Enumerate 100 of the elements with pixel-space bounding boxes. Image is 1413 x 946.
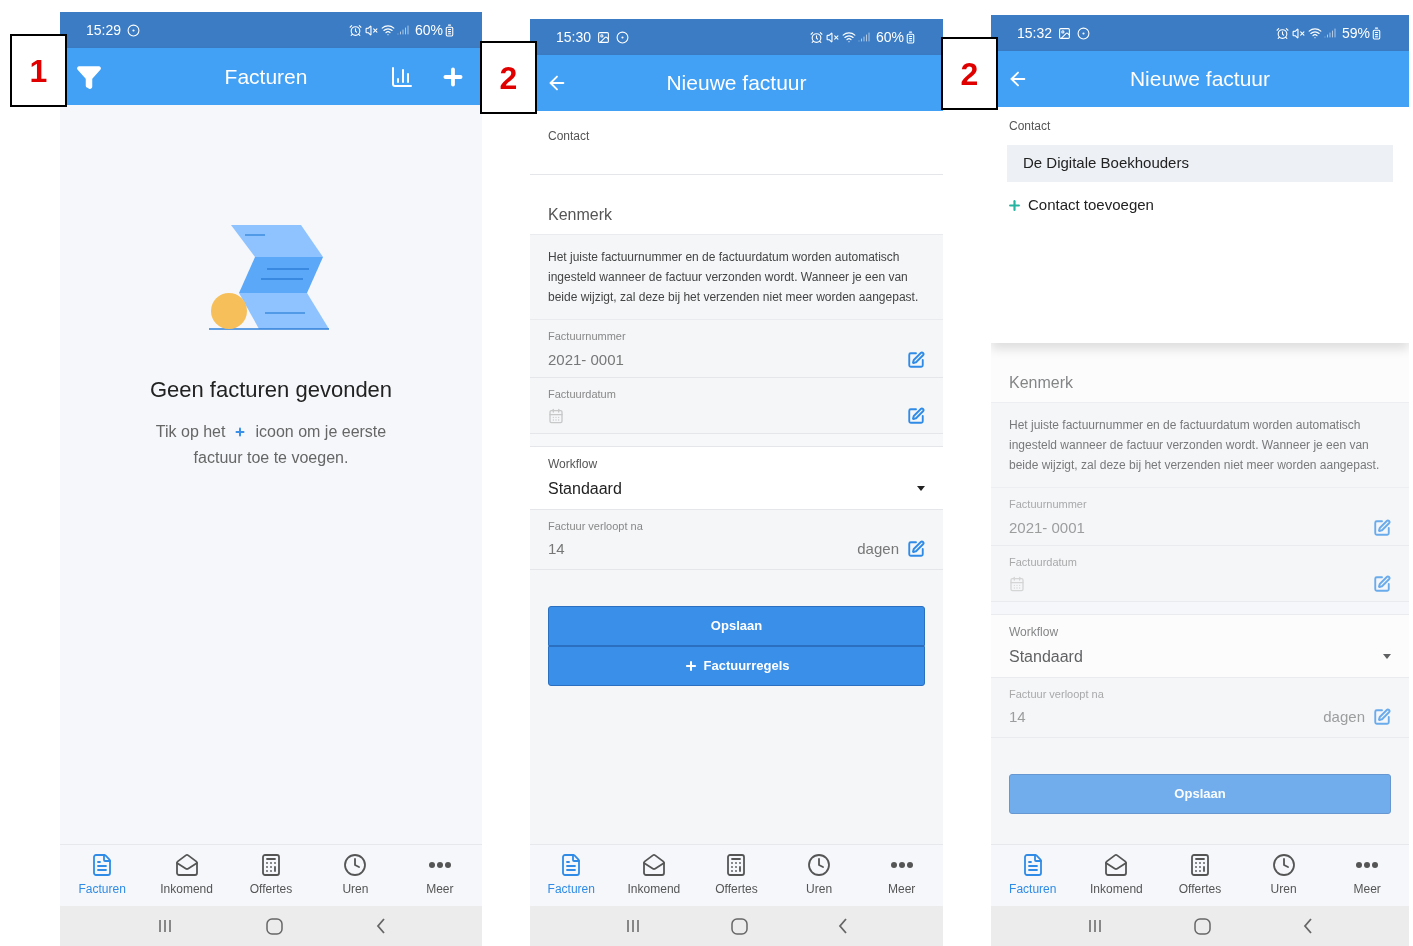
- field-label: Workflow: [1009, 623, 1060, 641]
- battery-percentage: 60%: [414, 20, 443, 40]
- workflow-dropdown[interactable]: Workflow Standaard: [530, 445, 943, 510]
- battery-icon: [904, 30, 917, 44]
- more-icon: [428, 862, 451, 868]
- envelope-icon: [1104, 853, 1129, 877]
- record-icon: [127, 23, 141, 37]
- header-title: Facturen: [223, 63, 309, 90]
- unit-text: dagen: [1323, 707, 1365, 727]
- clock-icon: [343, 853, 368, 877]
- expiry-field[interactable]: Factuur verloopt na 14 dagen: [530, 509, 943, 570]
- wifi-icon: [841, 30, 856, 44]
- back-icon[interactable]: [375, 918, 386, 934]
- contact-option[interactable]: De Digitale Boekhouders: [1007, 145, 1393, 182]
- status-time: 15:29: [86, 20, 122, 40]
- back-icon[interactable]: [1303, 918, 1314, 934]
- header-title: Nieuwe factuur: [665, 70, 808, 97]
- info-text: Het juiste factuurnummer en de factuurdatum worden automatisch ingesteld wanneer de factuur verzonden wordt. Wanneer je een van beide wijzigt, zal deze bij het verzenden niet meer worden aangepast.: [991, 403, 1409, 488]
- invoice-number-field[interactable]: Factuurnummer 2021- 0001: [530, 320, 943, 378]
- caret-icon: [917, 486, 925, 491]
- tab-item[interactable]: Meer: [860, 853, 943, 898]
- back-icon[interactable]: [838, 918, 848, 934]
- field-value: 14: [1009, 707, 1027, 727]
- edit-icon[interactable]: [907, 540, 925, 559]
- status-time: 15:30: [556, 27, 592, 47]
- home-icon[interactable]: [265, 917, 283, 935]
- recent-apps-icon[interactable]: [625, 918, 641, 934]
- wifi-icon: [1307, 26, 1322, 40]
- edit-icon[interactable]: [1373, 708, 1391, 727]
- edit-icon[interactable]: [1373, 574, 1391, 593]
- record-icon: [616, 30, 630, 44]
- workflow-dropdown[interactable]: Workflow Standaard: [991, 613, 1409, 678]
- contact-field[interactable]: Contact: [530, 111, 943, 175]
- edit-icon[interactable]: [1373, 518, 1391, 537]
- field-value: Standaard: [1009, 646, 1083, 667]
- field-label: Contact: [1009, 118, 1052, 135]
- tab-item[interactable]: Offertes: [228, 853, 314, 898]
- image-icon: [597, 30, 611, 44]
- plus-icon: [683, 658, 698, 673]
- battery-percentage: 59%: [1341, 23, 1370, 43]
- field-label: Workflow: [548, 455, 599, 473]
- unit-text: dagen: [857, 539, 899, 559]
- calendar-icon: [548, 407, 564, 424]
- step-label: 1: [10, 34, 67, 107]
- envelope-icon: [641, 853, 666, 877]
- battery-percentage: 60%: [875, 27, 904, 47]
- field-label: Factuurnummer: [548, 329, 627, 344]
- mute-icon: [364, 23, 378, 37]
- field-value: 2021- 0001: [548, 349, 624, 370]
- more-icon: [1356, 862, 1379, 868]
- clock-icon: [807, 853, 832, 877]
- mute-icon: [825, 30, 839, 44]
- tab-item[interactable]: Inkomend: [612, 853, 696, 898]
- caret-icon: [1383, 654, 1391, 659]
- battery-icon: [443, 23, 456, 37]
- add-contact-link[interactable]: Contact toevoegen: [1007, 194, 1154, 217]
- field-value: 2021- 0001: [1009, 517, 1085, 538]
- tab-item[interactable]: Offertes: [1158, 853, 1242, 898]
- tab-item[interactable]: Meer: [1325, 853, 1409, 898]
- tab-item[interactable]: Inkomend: [144, 853, 229, 898]
- clock-icon: [1271, 853, 1296, 877]
- calculator-icon: [259, 853, 283, 877]
- edit-icon[interactable]: [907, 350, 925, 369]
- tab-item[interactable]: Offertes: [695, 853, 778, 898]
- battery-icon: [1370, 26, 1383, 40]
- field-label: Factuurdatum: [548, 387, 617, 402]
- field-label: Factuurnummer: [1009, 497, 1088, 512]
- status-time: 15:32: [1017, 23, 1053, 43]
- field-label: Factuurdatum: [1009, 555, 1078, 570]
- empty-state-title: Geen facturen gevonden: [149, 376, 393, 404]
- home-icon[interactable]: [731, 917, 748, 935]
- recent-apps-icon[interactable]: [1086, 918, 1103, 934]
- envelope-icon: [174, 853, 199, 877]
- plus-icon: [1007, 197, 1022, 213]
- tab-item[interactable]: Uren: [313, 853, 398, 898]
- more-icon: [890, 862, 913, 868]
- header-title: Nieuwe factuur: [1128, 66, 1272, 93]
- record-icon: [1077, 26, 1091, 40]
- empty-state-text: icoon om je eerste: [255, 422, 387, 442]
- tab-item[interactable]: Inkomend: [1074, 853, 1159, 898]
- alarm-icon: [809, 30, 823, 44]
- image-icon: [1058, 26, 1072, 40]
- tab-item[interactable]: Meer: [397, 853, 483, 898]
- tab-item[interactable]: Uren: [1241, 853, 1326, 898]
- field-label: Factuur verloopt na: [548, 518, 644, 534]
- alarm-icon: [1275, 26, 1289, 40]
- tab-item[interactable]: Uren: [777, 853, 861, 898]
- step-label: 2: [941, 37, 998, 110]
- field-value: Standaard: [548, 478, 622, 499]
- field-value: 14: [548, 539, 566, 559]
- recent-apps-icon[interactable]: [156, 918, 173, 934]
- mute-icon: [1291, 26, 1305, 40]
- field-label: Contact: [548, 129, 590, 143]
- calculator-icon: [1188, 853, 1212, 877]
- filter-icon[interactable]: [76, 63, 102, 90]
- calendar-icon: [1009, 575, 1025, 592]
- bar-chart-icon[interactable]: [390, 64, 414, 89]
- edit-icon[interactable]: [907, 406, 925, 425]
- wifi-icon: [380, 23, 395, 37]
- home-icon[interactable]: [1194, 917, 1212, 935]
